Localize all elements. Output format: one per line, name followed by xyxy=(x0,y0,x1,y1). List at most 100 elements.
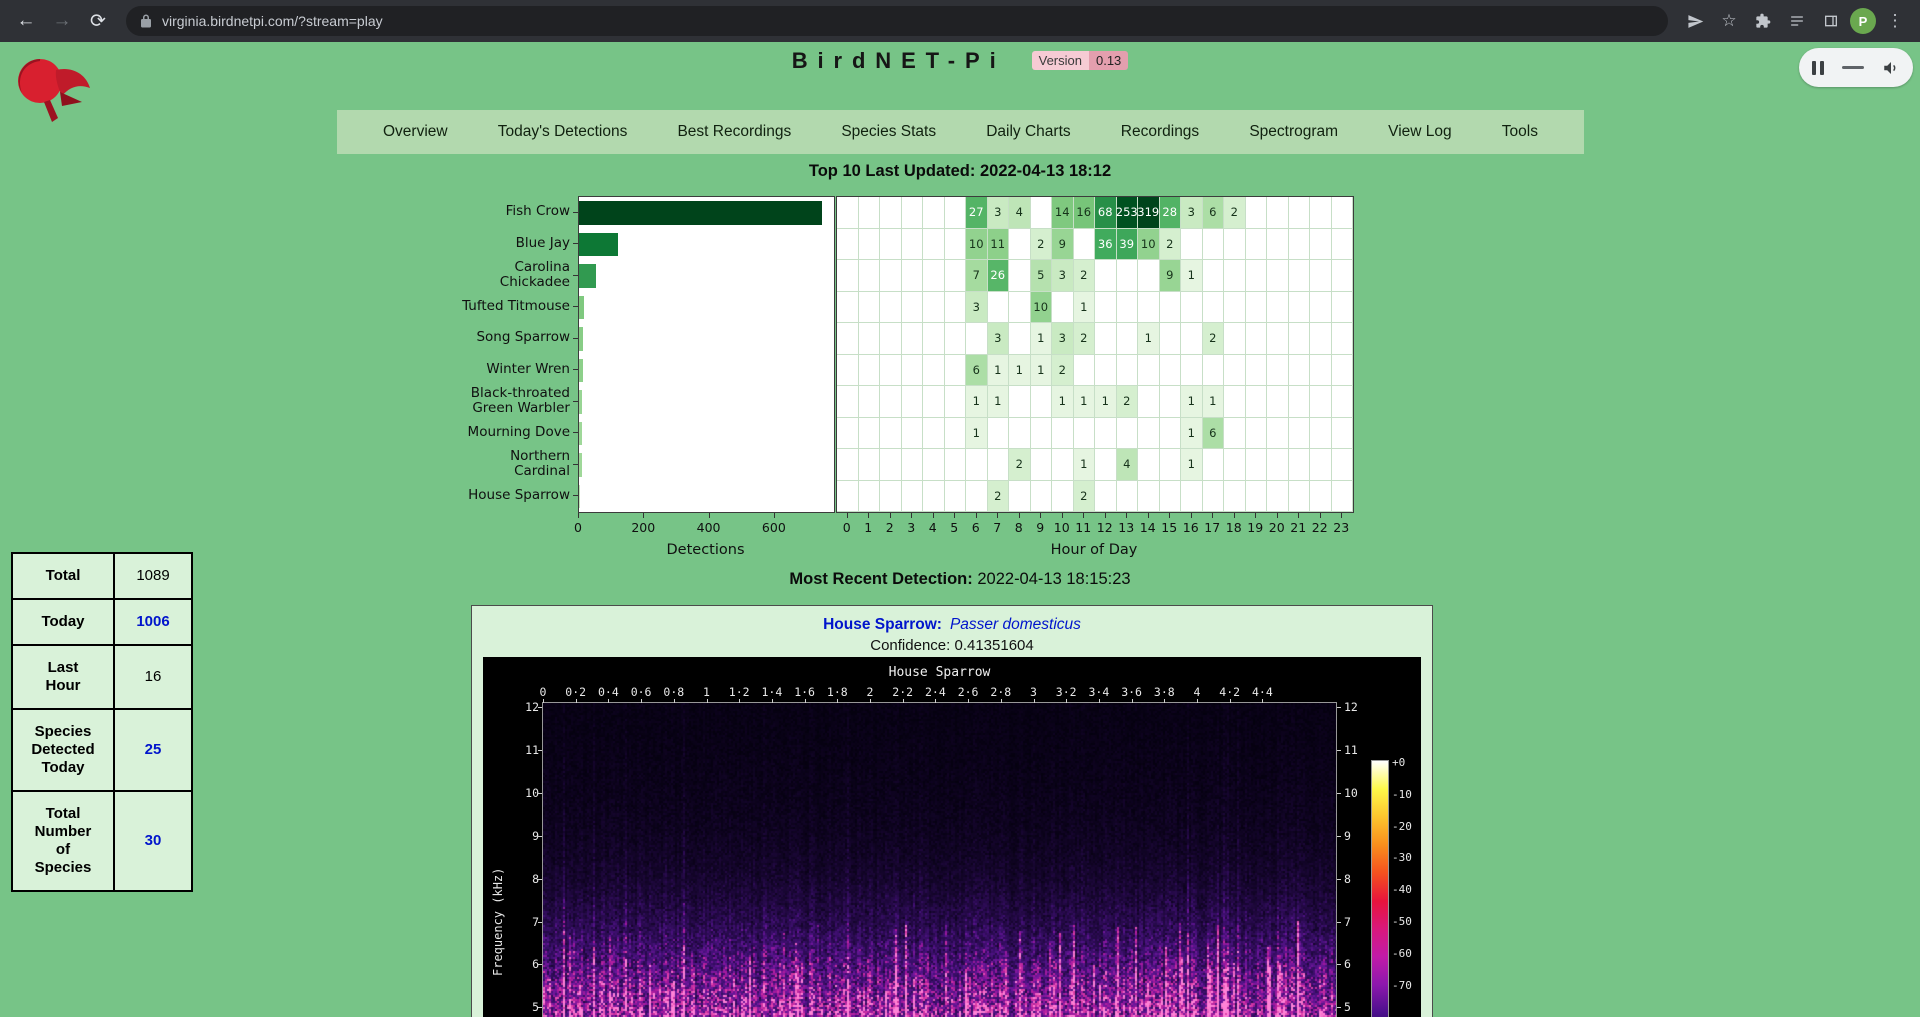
heatmap-cell xyxy=(1181,355,1203,387)
axis-tick xyxy=(1191,513,1192,518)
spectrogram-time-tick: 1·2 xyxy=(729,685,750,699)
share-icon[interactable] xyxy=(1680,6,1710,36)
heatmap-cell: 11 xyxy=(988,229,1010,261)
nav-item-best-recordings[interactable]: Best Recordings xyxy=(677,123,791,141)
seek-bar[interactable] xyxy=(1842,66,1864,69)
heatmap-cell xyxy=(859,323,881,355)
heatmap-cell: 3 xyxy=(966,292,988,324)
axis-tick-label: 17 xyxy=(1202,520,1222,535)
heatmap-cell xyxy=(1138,449,1160,481)
nav-item-today-s-detections[interactable]: Today's Detections xyxy=(498,123,628,141)
heatmap-cell xyxy=(1203,260,1225,292)
axis-tick xyxy=(911,513,912,518)
axis-tick xyxy=(903,699,904,703)
nav-item-overview[interactable]: Overview xyxy=(383,123,448,141)
axis-tick xyxy=(1105,513,1106,518)
heatmap-cell xyxy=(837,355,859,387)
nav-item-recordings[interactable]: Recordings xyxy=(1121,123,1199,141)
heatmap-cell: 39 xyxy=(1117,229,1139,261)
heatmap-cell xyxy=(1310,197,1332,229)
heatmap-cell xyxy=(902,197,924,229)
spectrogram-db-tick: -10 xyxy=(1392,788,1412,801)
heatmap-cell: 1 xyxy=(1074,449,1096,481)
detections-bar xyxy=(579,422,582,446)
heatmap-cell xyxy=(1160,481,1182,513)
heatmap-cell xyxy=(1332,229,1354,261)
stat-value-today-link[interactable]: 1006 xyxy=(114,599,192,645)
heatmap-cell xyxy=(945,418,967,450)
heatmap-cell xyxy=(945,386,967,418)
volume-icon[interactable] xyxy=(1882,59,1900,77)
heatmap-cell xyxy=(1117,292,1139,324)
forward-button[interactable]: → xyxy=(46,5,78,37)
heatmap-cell xyxy=(837,260,859,292)
address-bar[interactable]: virginia.birdnetpi.com/?stream=play xyxy=(126,6,1668,36)
bookmark-star-icon[interactable]: ☆ xyxy=(1714,6,1744,36)
reading-list-icon[interactable] xyxy=(1782,6,1812,36)
heatmap-cell xyxy=(1310,229,1332,261)
heatmap-cell: 5 xyxy=(1031,260,1053,292)
heatmap-cell xyxy=(988,418,1010,450)
axis-tick-label: 400 xyxy=(694,520,724,535)
axis-tick xyxy=(538,793,542,794)
reload-button[interactable]: ⟳ xyxy=(82,5,114,37)
heatmap-cell xyxy=(945,197,967,229)
spectrogram-time-tick: 3·4 xyxy=(1089,685,1110,699)
heatmap-cell xyxy=(880,292,902,324)
spectrogram-time-tick: 0·4 xyxy=(598,685,619,699)
axis-tick xyxy=(1255,513,1256,518)
heatmap-cell: 1 xyxy=(988,355,1010,387)
pause-button[interactable] xyxy=(1812,61,1824,75)
heatmap-cell xyxy=(1181,292,1203,324)
nav-item-tools[interactable]: Tools xyxy=(1502,123,1538,141)
axis-tick xyxy=(1337,922,1341,923)
heatmap-cell xyxy=(1138,481,1160,513)
axis-tick xyxy=(1337,836,1341,837)
heatmap-cell xyxy=(1289,386,1311,418)
profile-avatar[interactable]: P xyxy=(1850,8,1876,34)
heatmap-cell xyxy=(1289,449,1311,481)
heatmap-cell xyxy=(1224,481,1246,513)
spectrogram-freq-tick: 8 xyxy=(497,872,539,886)
nav-item-view-log[interactable]: View Log xyxy=(1388,123,1451,141)
heatmap-cell xyxy=(1267,323,1289,355)
heatmap-cell xyxy=(923,481,945,513)
axis-tick-label: 20 xyxy=(1267,520,1287,535)
nav-item-species-stats[interactable]: Species Stats xyxy=(841,123,936,141)
heatmap-cell xyxy=(837,449,859,481)
live-stream-audio-player[interactable] xyxy=(1799,48,1913,87)
heatmap-cell xyxy=(1074,229,1096,261)
heatmap-cell xyxy=(945,292,967,324)
axis-tick xyxy=(1001,699,1002,703)
heatmap-cell xyxy=(1009,260,1031,292)
heatmap-cell: 253 xyxy=(1117,197,1139,229)
back-button[interactable]: ← xyxy=(10,5,42,37)
heatmap-cell xyxy=(1310,323,1332,355)
nav-item-daily-charts[interactable]: Daily Charts xyxy=(986,123,1070,141)
axis-tick xyxy=(1337,707,1341,708)
axis-tick xyxy=(543,699,544,703)
detected-species-scientific[interactable]: Passer domesticus xyxy=(950,616,1081,633)
heatmap-cell xyxy=(1289,355,1311,387)
heatmap-cell xyxy=(1181,323,1203,355)
detected-species-link[interactable]: House Sparrow: xyxy=(823,616,942,633)
page-title: BirdNET-Pi xyxy=(792,48,1006,74)
table-row: Today1006 xyxy=(12,599,192,645)
heatmap-cell xyxy=(923,355,945,387)
extensions-icon[interactable] xyxy=(1748,6,1778,36)
heatmap-cell xyxy=(1267,386,1289,418)
axis-tick xyxy=(573,401,578,402)
axis-tick-label: 6 xyxy=(966,520,986,535)
chart-species-label: Song Sparrow xyxy=(330,322,570,354)
heatmap-cell: 10 xyxy=(1031,292,1053,324)
heatmap-cell xyxy=(1095,292,1117,324)
stat-value-species-detected-today-link[interactable]: 25 xyxy=(114,709,192,791)
axis-tick-label: 600 xyxy=(759,520,789,535)
nav-item-spectrogram[interactable]: Spectrogram xyxy=(1249,123,1338,141)
side-panel-icon[interactable] xyxy=(1816,6,1846,36)
heatmap-cell: 1 xyxy=(1181,449,1203,481)
axis-tick-label: 4 xyxy=(923,520,943,535)
axis-tick-label: 8 xyxy=(1009,520,1029,535)
menu-dots-icon[interactable]: ⋮ xyxy=(1880,6,1910,36)
stat-value-total-number-of-species-link[interactable]: 30 xyxy=(114,791,192,891)
